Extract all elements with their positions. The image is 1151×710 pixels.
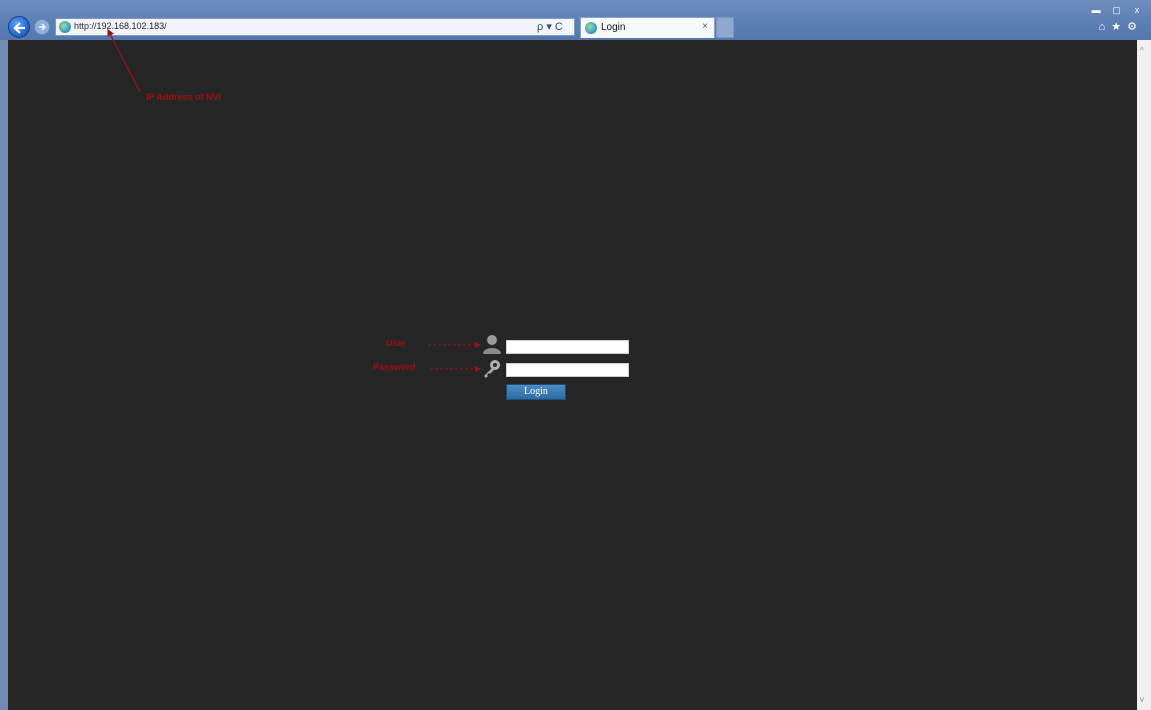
scroll-down-icon[interactable]: v — [1140, 695, 1144, 704]
scrollbar[interactable]: ^ v — [1137, 40, 1151, 710]
scroll-up-icon[interactable]: ^ — [1140, 46, 1144, 55]
ip-arrow — [107, 28, 141, 93]
annotation-arrows — [107, 28, 481, 372]
